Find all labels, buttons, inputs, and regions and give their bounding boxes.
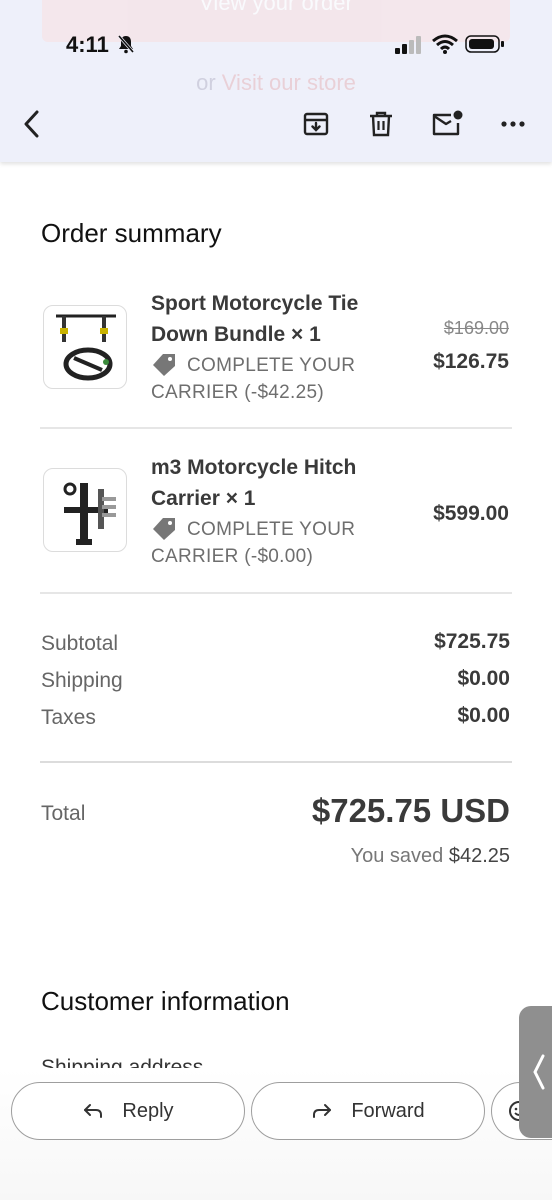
divider	[40, 427, 512, 429]
silent-bell-icon	[117, 35, 135, 54]
item-title: Sport Motorcycle Tie Down Bundle × 1	[151, 292, 359, 346]
discount-text: COMPLETE YOUR CARRIER (-$0.00)	[151, 519, 356, 567]
divider	[40, 761, 512, 763]
discount-line: COMPLETE YOUR CARRIER (-$0.00)	[151, 516, 401, 570]
savings-line: You saved $42.25	[351, 845, 510, 868]
discount-tag-icon	[153, 354, 175, 376]
forward-icon	[313, 1104, 332, 1118]
discount-text: COMPLETE YOUR CARRIER (-$42.25)	[151, 355, 356, 403]
item-title: m3 Motorcycle Hitch Carrier × 1	[151, 456, 357, 510]
subtotal-label: Subtotal	[41, 632, 119, 655]
total-value: $725.75 USD	[311, 792, 510, 829]
discount-line: COMPLETE YOUR CARRIER (-$42.25)	[151, 352, 401, 406]
product-image-tie-down[interactable]	[43, 305, 127, 389]
side-panel-handle[interactable]	[519, 1006, 552, 1138]
reply-button[interactable]: Reply	[11, 1082, 245, 1140]
signal-icon	[395, 36, 421, 54]
visit-store-link-faded: or Visit our store	[0, 70, 552, 96]
total-label: Total	[41, 802, 86, 825]
wifi-icon	[432, 34, 458, 54]
original-price: $169.00	[443, 318, 509, 338]
visit-store-link: Visit our store	[221, 70, 356, 95]
order-summary-title: Order summary	[41, 218, 222, 248]
discount-tag-icon	[153, 518, 175, 540]
email-header: View your order or Visit our store 4:11	[0, 0, 552, 162]
chevron-left-icon	[533, 1054, 545, 1090]
saved-amount: $42.25	[448, 845, 510, 867]
status-time: 4:11	[66, 32, 109, 57]
shipping-label: Shipping	[41, 669, 123, 692]
mail-unread-icon[interactable]	[427, 104, 467, 144]
shipping-value: $0.00	[457, 667, 510, 690]
product-image-hitch-carrier[interactable]	[43, 468, 127, 552]
item-price: $126.75	[433, 350, 509, 373]
subtotal-value: $725.75	[434, 630, 510, 653]
divider	[40, 592, 512, 594]
trash-icon[interactable]	[361, 104, 401, 144]
reply-icon	[84, 1104, 103, 1118]
taxes-label: Taxes	[41, 706, 96, 729]
back-arrow-icon[interactable]	[12, 104, 52, 144]
forward-label: Forward	[351, 1099, 425, 1122]
saved-label: You saved	[350, 845, 444, 867]
reply-label: Reply	[122, 1099, 174, 1122]
or-text: or	[196, 70, 216, 95]
taxes-value: $0.00	[457, 704, 510, 727]
item-price: $599.00	[433, 502, 509, 525]
customer-information-title: Customer information	[41, 986, 290, 1016]
archive-icon[interactable]	[296, 104, 336, 144]
more-icon[interactable]	[493, 104, 533, 144]
battery-icon	[465, 35, 504, 53]
forward-button[interactable]: Forward	[251, 1082, 485, 1140]
